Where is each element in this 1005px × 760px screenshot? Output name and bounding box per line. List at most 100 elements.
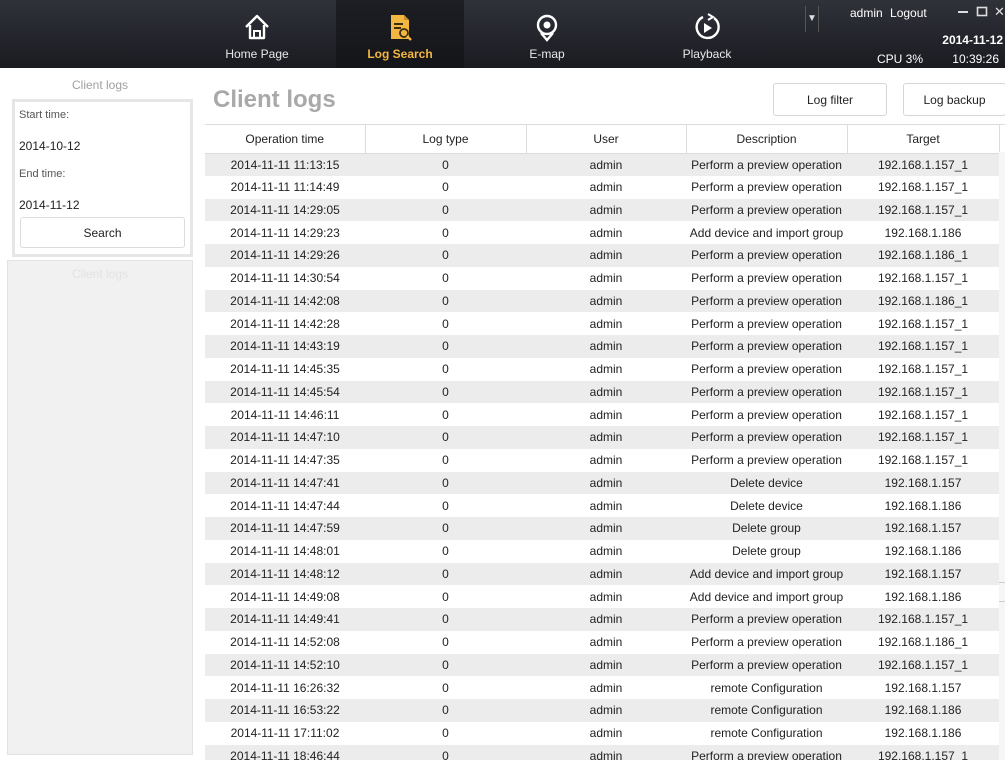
logout-link[interactable]: Logout xyxy=(890,6,927,20)
page-title: Client logs xyxy=(213,86,336,113)
table-row[interactable]: 2014-11-11 14:30:54 0 admin Perform a previ… xyxy=(205,266,999,290)
table-row[interactable]: 2014-11-11 14:45:54 0 admin Perform a previ… xyxy=(205,380,999,404)
table-row[interactable]: 2014-11-11 14:42:28 0 admin Perform a previ… xyxy=(205,312,999,335)
cell-description: Perform a preview operation xyxy=(686,744,847,760)
table-row[interactable]: 2014-11-11 14:52:08 0 admin Perform a previ… xyxy=(205,630,999,654)
scrollbar-thumb[interactable] xyxy=(999,582,1005,602)
nav-e-map[interactable]: E-map xyxy=(483,0,611,68)
nav-more-dropdown[interactable]: ▼ xyxy=(805,6,819,32)
table-row[interactable]: 2014-11-11 14:29:05 0 admin Perform a previ… xyxy=(205,198,999,222)
cell-log-type: 0 xyxy=(365,153,526,176)
cell-user: admin xyxy=(526,721,686,745)
cell-user: admin xyxy=(526,448,686,472)
nav-home-page[interactable]: Home Page xyxy=(193,0,321,68)
table-row[interactable]: 2014-11-11 14:47:10 0 admin Perform a previ… xyxy=(205,426,999,449)
cell-log-type: 0 xyxy=(365,221,526,244)
cell-log-type: 0 xyxy=(365,244,526,267)
cell-description: Perform a preview operation xyxy=(686,266,847,290)
table-row[interactable]: 2014-11-11 14:45:35 0 admin Perform a previ… xyxy=(205,357,999,381)
cell-description: Perform a preview operation xyxy=(686,289,847,313)
minimize-icon[interactable] xyxy=(956,4,970,20)
cell-target: 192.168.1.186 xyxy=(847,494,999,517)
column-header-target[interactable]: Target xyxy=(847,125,1000,154)
cell-description: remote Configuration xyxy=(686,676,847,699)
search-button[interactable]: Search xyxy=(20,217,185,248)
cell-log-type: 0 xyxy=(365,721,526,745)
cell-operation-time: 2014-11-11 17:11:02 xyxy=(205,721,365,745)
cell-user: admin xyxy=(526,266,686,290)
cell-target: 192.168.1.157_1 xyxy=(847,448,999,472)
log-search-icon xyxy=(391,15,412,41)
cell-user: admin xyxy=(526,517,686,540)
table-row[interactable]: 2014-11-11 16:53:22 0 admin remote Configur… xyxy=(205,699,999,722)
table-row[interactable]: 2014-11-11 14:46:11 0 admin Perform a previ… xyxy=(205,403,999,426)
cell-log-type: 0 xyxy=(365,266,526,290)
sidebar-lower-panel: Client logs xyxy=(7,260,193,755)
cell-target: 192.168.1.157 xyxy=(847,471,999,495)
end-time-label: End time: xyxy=(19,168,66,180)
table-row[interactable]: 2014-11-11 14:47:35 0 admin Perform a previ… xyxy=(205,448,999,472)
table-row[interactable]: 2014-11-11 11:13:15 0 admin Perform a previ… xyxy=(205,153,999,176)
cell-operation-time: 2014-11-11 16:26:32 xyxy=(205,676,365,699)
table-row[interactable]: 2014-11-11 11:14:49 0 admin Perform a previ… xyxy=(205,175,999,199)
cell-operation-time: 2014-11-11 14:42:08 xyxy=(205,289,365,313)
cell-description: Perform a preview operation xyxy=(686,448,847,472)
table-row[interactable]: 2014-11-11 18:46:44 0 admin Perform a previ… xyxy=(205,744,999,760)
cell-target: 192.168.1.186 xyxy=(847,221,999,244)
log-query-panel: Client logs Start time: 2014-10-12 End t… xyxy=(7,72,193,755)
maximize-icon[interactable] xyxy=(975,4,989,20)
log-backup-button[interactable]: Log backup xyxy=(903,83,1005,116)
close-icon[interactable]: ✕ xyxy=(994,4,1005,20)
nav-playback[interactable]: Playback xyxy=(643,0,771,68)
cell-operation-time: 2014-11-11 14:30:54 xyxy=(205,266,365,290)
table-row[interactable]: 2014-11-11 14:49:08 0 admin Add device and … xyxy=(205,585,999,608)
table-row[interactable]: 2014-11-11 17:11:02 0 admin remote Configur… xyxy=(205,721,999,745)
start-time-field[interactable]: 2014-10-12 xyxy=(19,139,80,153)
sidebar-lower-title: Client logs xyxy=(71,267,129,281)
cell-description: Perform a preview operation xyxy=(686,653,847,677)
cell-target: 192.168.1.157_1 xyxy=(847,744,999,760)
cell-operation-time: 2014-11-11 14:47:59 xyxy=(205,517,365,540)
nav-log-search[interactable]: Log Search xyxy=(336,0,464,68)
log-filter-button[interactable]: Log filter xyxy=(773,83,887,116)
table-row[interactable]: 2014-11-11 14:49:41 0 admin Perform a previ… xyxy=(205,608,999,631)
table-row[interactable]: 2014-11-11 14:42:08 0 admin Perform a previ… xyxy=(205,289,999,313)
cell-log-type: 0 xyxy=(365,175,526,199)
cell-log-type: 0 xyxy=(365,562,526,586)
table-row[interactable]: 2014-11-11 14:47:44 0 admin Delete device 19… xyxy=(205,494,999,517)
cell-description: Perform a preview operation xyxy=(686,335,847,358)
table-row[interactable]: 2014-11-11 14:47:59 0 admin Delete group 192… xyxy=(205,517,999,540)
cell-operation-time: 2014-11-11 14:29:26 xyxy=(205,244,365,267)
table-header-row: Operation time Log type User Description… xyxy=(205,125,1000,154)
table-row[interactable]: 2014-11-11 14:43:19 0 admin Perform a previ… xyxy=(205,335,999,358)
cell-description: Perform a preview operation xyxy=(686,153,847,176)
table-row[interactable]: 2014-11-11 16:26:32 0 admin remote Configur… xyxy=(205,676,999,699)
cell-user: admin xyxy=(526,380,686,404)
cell-operation-time: 2014-11-11 18:46:44 xyxy=(205,744,365,760)
end-time-field[interactable]: 2014-11-12 xyxy=(19,198,80,212)
table-row[interactable]: 2014-11-11 14:29:23 0 admin Add device and … xyxy=(205,221,999,244)
table-row[interactable]: 2014-11-11 14:52:10 0 admin Perform a previ… xyxy=(205,653,999,677)
table-scrollbar[interactable] xyxy=(999,152,1005,760)
column-header-description[interactable]: Description xyxy=(686,125,848,154)
cell-log-type: 0 xyxy=(365,335,526,358)
cell-operation-time: 2014-11-11 14:45:35 xyxy=(205,357,365,381)
cell-operation-time: 2014-11-11 14:47:44 xyxy=(205,494,365,517)
start-time-label: Start time: xyxy=(19,109,70,121)
cell-log-type: 0 xyxy=(365,539,526,563)
table-row[interactable]: 2014-11-11 14:47:41 0 admin Delete device 19… xyxy=(205,471,999,495)
cell-operation-time: 2014-11-11 14:47:35 xyxy=(205,448,365,472)
column-header-operation-time[interactable]: Operation time xyxy=(205,125,366,154)
nav-e-map-label: E-map xyxy=(529,47,565,61)
table-row[interactable]: 2014-11-11 14:29:26 0 admin Perform a previ… xyxy=(205,244,999,267)
cell-description: Add device and import group xyxy=(686,562,847,586)
table-row[interactable]: 2014-11-11 14:48:12 0 admin Add device and … xyxy=(205,562,999,586)
cell-log-type: 0 xyxy=(365,653,526,677)
table-row[interactable]: 2014-11-11 14:48:01 0 admin Delete group 192… xyxy=(205,539,999,563)
column-header-log-type[interactable]: Log type xyxy=(365,125,527,154)
cell-target: 192.168.1.157_1 xyxy=(847,198,999,222)
cell-log-type: 0 xyxy=(365,426,526,449)
column-header-user[interactable]: User xyxy=(526,125,687,154)
cell-user: admin xyxy=(526,312,686,335)
cell-target: 192.168.1.157 xyxy=(847,517,999,540)
